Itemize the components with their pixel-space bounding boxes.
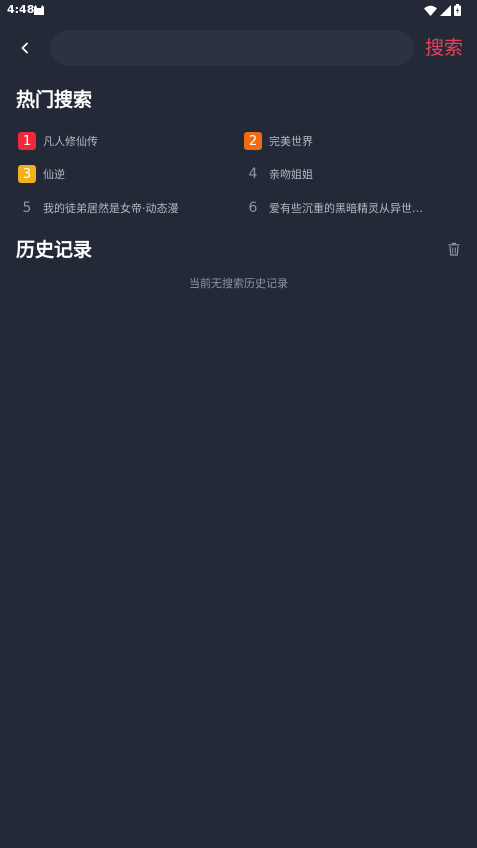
rank-badge: 3 [18, 165, 36, 183]
hot-search-label: 亲吻姐姐 [269, 168, 313, 181]
rank-badge: 1 [18, 132, 36, 150]
wifi-icon [424, 5, 437, 16]
chevron-left-icon [21, 42, 28, 54]
hot-search-item-3[interactable]: 3 仙逆 [18, 164, 228, 184]
status-time: 4:48 [7, 3, 35, 16]
history-empty-text: 当前无搜索历史记录 [189, 277, 288, 290]
battery-icon [454, 4, 461, 16]
search-input[interactable] [50, 30, 414, 66]
back-button[interactable] [12, 34, 38, 62]
hot-search-item-4[interactable]: 4 亲吻姐姐 [244, 164, 459, 184]
signal-icon [440, 4, 451, 16]
rank-number: 6 [248, 200, 258, 216]
rank-number: 4 [248, 166, 258, 182]
search-button[interactable]: 搜索 [425, 36, 463, 60]
cat-notification-icon [34, 5, 44, 15]
rank-badge: 2 [244, 132, 262, 150]
hot-search-label: 完美世界 [269, 135, 313, 148]
rank-number: 5 [22, 200, 32, 216]
hot-search-title: 热门搜索 [16, 89, 93, 111]
hot-search-label: 爱有些沉重的黑暗精灵从异世… [269, 202, 423, 215]
hot-search-label: 凡人修仙传 [43, 135, 98, 148]
hot-search-label: 仙逆 [43, 168, 65, 181]
hot-search-item-6[interactable]: 6 爱有些沉重的黑暗精灵从异世… [244, 198, 459, 218]
history-title: 历史记录 [16, 239, 93, 261]
search-page: 4:48 搜索 热门搜索 1 凡人修仙传 2 完美世界 3 仙逆 4 亲吻姐姐 … [0, 0, 477, 848]
hot-search-item-2[interactable]: 2 完美世界 [244, 131, 459, 151]
status-bar: 4:48 [0, 0, 477, 20]
hot-search-item-5[interactable]: 5 我的徒弟居然是女帝·动态漫 [18, 198, 228, 218]
hot-search-label: 我的徒弟居然是女帝·动态漫 [43, 202, 179, 215]
hot-search-item-1[interactable]: 1 凡人修仙传 [18, 131, 228, 151]
status-icons [424, 3, 461, 17]
trash-icon[interactable] [447, 242, 461, 256]
